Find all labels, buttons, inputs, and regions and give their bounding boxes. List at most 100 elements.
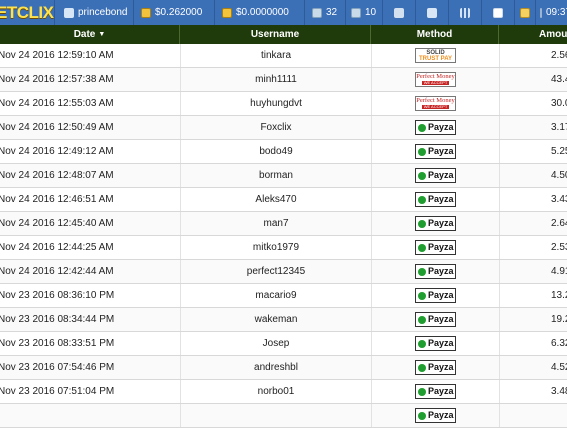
amount-cell: 5.25 [499, 140, 567, 163]
payza-icon [418, 219, 426, 228]
method-cell: Payza [371, 164, 499, 187]
method-cell: Payza [371, 140, 499, 163]
payza-logo: Payza [415, 384, 456, 399]
date-cell: Nov 23 2016 08:34:44 PM [0, 314, 115, 325]
bag-button[interactable] [514, 0, 535, 25]
date-cell [0, 404, 180, 427]
payza-logo: Payza [415, 408, 456, 423]
main-balance-text: $0.262000 [155, 7, 203, 18]
amount-cell: 6.32 [499, 332, 567, 355]
column-header-amount[interactable]: Amount [499, 25, 567, 44]
date-cell: Nov 23 2016 08:36:10 PM [0, 290, 115, 301]
table-header: Date ▼ Username Method Amount [0, 25, 567, 44]
method-cell: Perfect Money WE ACCEPT [371, 92, 499, 115]
payza-logo: Payza [415, 312, 456, 327]
coin-icon [141, 7, 151, 18]
method-cell: Payza [371, 308, 499, 331]
payza-logo: Payza [415, 216, 456, 231]
username-cell: Josep [180, 332, 371, 355]
username-cell: man7 [180, 212, 371, 235]
table-row: Nov 24 2016 12:48:07 AM borman Payza 4.50 [0, 164, 567, 188]
method-cell: Payza [371, 284, 499, 307]
column-header-method[interactable]: Method [371, 25, 499, 44]
method-cell: Payza [371, 260, 499, 283]
payza-logo: Payza [415, 336, 456, 351]
payza-logo: Payza [415, 360, 456, 375]
username-cell: wakeman [180, 308, 371, 331]
username-cell [180, 404, 371, 427]
table-row: Nov 24 2016 12:59:10 AM tinkara SOLID TRUST… [0, 44, 567, 68]
main-balance-cell[interactable]: $0.262000 [133, 0, 214, 25]
user-icon [64, 7, 74, 18]
date-cell: Nov 23 2016 07:51:04 PM [0, 386, 115, 397]
payza-icon [418, 171, 426, 180]
payza-icon [418, 267, 426, 276]
date-cell: Nov 24 2016 12:57:38 AM [0, 74, 114, 85]
method-cell: SOLID TRUST PAY [371, 44, 499, 67]
amount-cell: 3.48 [499, 380, 567, 403]
cart-icon [427, 7, 437, 18]
table-row: Nov 24 2016 12:45:40 AM man7 Payza 2.64 [0, 212, 567, 236]
date-cell: Nov 24 2016 12:50:49 AM [0, 122, 114, 133]
username-cell: huyhungdvt [180, 92, 371, 115]
table-row: Nov 24 2016 12:42:44 AM perfect12345 Payza… [0, 260, 567, 284]
count-b-cell[interactable]: 10 [345, 0, 382, 25]
sort-down-icon: ▼ [98, 31, 106, 38]
stats-button[interactable] [448, 0, 481, 25]
solid-trust-pay-logo: SOLID TRUST PAY [415, 48, 456, 63]
username-cell: mitko1979 [180, 236, 371, 259]
purchase-balance-cell[interactable]: $0.0000000 [214, 0, 304, 25]
badge-icon [312, 7, 322, 18]
payments-table-body: Nov 24 2016 12:59:10 AM tinkara SOLID TRUST… [0, 44, 567, 428]
amount-cell: 4.50 [499, 164, 567, 187]
payza-logo: Payza [415, 168, 456, 183]
date-cell: Nov 24 2016 12:49:12 AM [0, 146, 114, 157]
payza-icon [418, 195, 426, 204]
payza-logo: Payza [415, 264, 456, 279]
payza-icon [418, 411, 426, 420]
date-cell: Nov 24 2016 12:45:40 AM [0, 218, 114, 229]
column-header-username[interactable]: Username [180, 25, 371, 44]
date-cell: Nov 24 2016 12:59:10 AM [0, 50, 114, 61]
method-cell: Payza [371, 212, 499, 235]
table-row: Nov 24 2016 12:57:38 AM minh1111 Perfect M… [0, 68, 567, 92]
count-a-cell[interactable]: 32 [304, 0, 345, 25]
clock-text: 09:37 [546, 7, 567, 18]
mail-icon [493, 7, 503, 18]
amount-cell: 43.41 [499, 68, 567, 91]
method-cell: Payza [371, 404, 499, 427]
payza-icon [418, 339, 426, 348]
payza-icon [418, 291, 426, 300]
username-cell[interactable]: princebond [54, 0, 133, 25]
clock-cell: 09:37 [535, 0, 567, 25]
messages-button[interactable] [481, 0, 514, 25]
coin-icon [222, 7, 232, 18]
badge-icon [351, 7, 361, 18]
purchase-balance-text: $0.0000000 [236, 7, 289, 18]
table-row: Nov 24 2016 12:44:25 AM mitko1979 Payza 2.5… [0, 236, 567, 260]
username-cell: bodo49 [180, 140, 371, 163]
method-cell: Payza [371, 116, 499, 139]
payza-icon [418, 315, 426, 324]
table-row: Nov 23 2016 07:54:46 PM andreshbl Payza 4.5… [0, 356, 567, 380]
payza-icon [418, 147, 426, 156]
site-logo[interactable]: ETCLIX [0, 0, 54, 25]
username-cell: perfect12345 [180, 260, 371, 283]
username-cell: tinkara [180, 44, 371, 67]
table-row: Nov 23 2016 08:33:51 PM Josep Payza 6.32 [0, 332, 567, 356]
settings-button[interactable] [382, 0, 415, 25]
username-cell: minh1111 [180, 68, 371, 91]
count-a-text: 32 [326, 7, 338, 18]
table-row: Nov 23 2016 08:36:10 PM macario9 Payza 13.2… [0, 284, 567, 308]
table-row: Payza [0, 404, 567, 428]
payza-logo: Payza [415, 192, 456, 207]
table-row: Nov 23 2016 07:51:04 PM norbo01 Payza 3.48 [0, 380, 567, 404]
column-header-date[interactable]: Date ▼ [0, 25, 180, 44]
date-cell: Nov 24 2016 12:42:44 AM [0, 266, 114, 277]
amount-cell: 30.02 [499, 92, 567, 115]
cart-button[interactable] [415, 0, 448, 25]
amount-cell: 3.43 [499, 188, 567, 211]
payza-logo: Payza [415, 240, 456, 255]
payza-icon [418, 243, 426, 252]
payza-icon [418, 363, 426, 372]
